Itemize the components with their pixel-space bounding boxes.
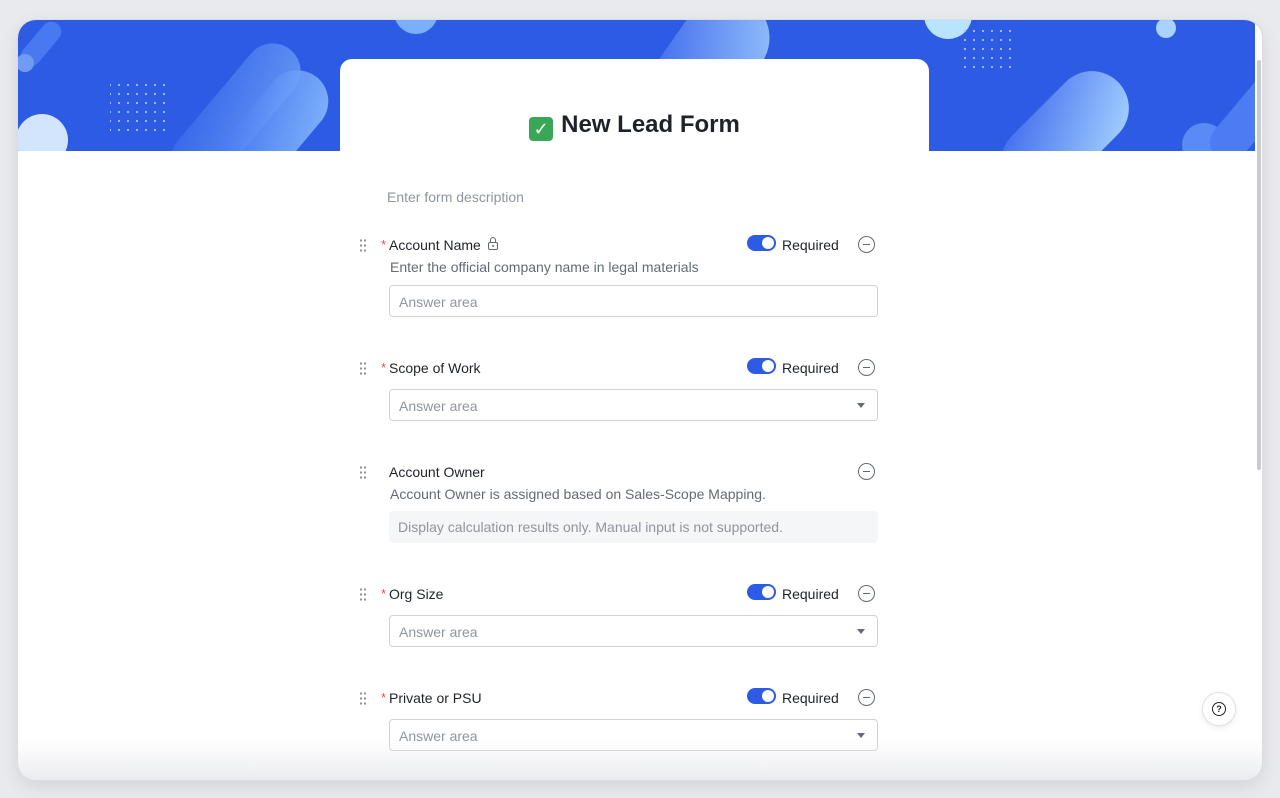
- field-label: Private or PSU: [389, 690, 482, 706]
- required-label: Required: [782, 360, 839, 376]
- answer-placeholder: Answer area: [399, 294, 478, 310]
- form-title-text: New Lead Form: [561, 111, 740, 138]
- required-toggle[interactable]: [747, 584, 776, 600]
- app-window: ✓ New Lead Form Enter form description * …: [18, 20, 1262, 780]
- form-card: ✓ New Lead Form Enter form description * …: [340, 59, 929, 780]
- answer-select[interactable]: Answer area: [389, 615, 878, 647]
- check-mark-icon: ✓: [529, 117, 554, 141]
- required-label: Required: [782, 237, 839, 253]
- required-star: *: [381, 360, 387, 375]
- answer-select[interactable]: Answer area: [389, 719, 878, 751]
- chevron-down-icon: [857, 403, 865, 408]
- required-star: *: [381, 237, 387, 252]
- answer-placeholder: Answer area: [399, 398, 478, 414]
- lock-icon: [487, 237, 498, 250]
- required-toggle[interactable]: [747, 235, 776, 251]
- drag-handle-icon[interactable]: [359, 691, 367, 705]
- drag-handle-icon[interactable]: [359, 465, 367, 479]
- required-toggle[interactable]: [747, 358, 776, 374]
- drag-handle-icon[interactable]: [359, 361, 367, 375]
- required-toggle[interactable]: [747, 688, 776, 704]
- answer-placeholder: Answer area: [399, 624, 478, 640]
- drag-handle-icon[interactable]: [359, 587, 367, 601]
- remove-field-icon[interactable]: [858, 359, 875, 376]
- answer-select[interactable]: Answer area: [389, 389, 878, 421]
- answer-input[interactable]: Answer area: [389, 285, 878, 317]
- remove-field-icon[interactable]: [858, 585, 875, 602]
- chevron-down-icon: [857, 733, 865, 738]
- required-star: *: [381, 586, 387, 601]
- calculated-placeholder: Display calculation results only. Manual…: [398, 519, 783, 535]
- calculated-output: Display calculation results only. Manual…: [389, 511, 878, 543]
- form-title[interactable]: ✓ New Lead Form: [340, 111, 929, 141]
- required-label: Required: [782, 690, 839, 706]
- answer-placeholder: Answer area: [399, 728, 478, 744]
- field-label: Account Owner: [389, 464, 485, 480]
- field-label: Org Size: [389, 586, 444, 602]
- drag-handle-icon[interactable]: [359, 238, 367, 252]
- chevron-down-icon: [857, 629, 865, 634]
- field-label: Scope of Work: [389, 360, 481, 376]
- help-icon: ?: [1212, 702, 1226, 716]
- remove-field-icon[interactable]: [858, 689, 875, 706]
- field-label: Account Name: [389, 237, 498, 253]
- required-label: Required: [782, 586, 839, 602]
- form-description-input[interactable]: Enter form description: [387, 189, 524, 205]
- scrollbar-thumb[interactable]: [1257, 60, 1261, 470]
- help-button[interactable]: ?: [1202, 692, 1236, 726]
- required-star: *: [381, 690, 387, 705]
- field-helper-text: Account Owner is assigned based on Sales…: [390, 486, 766, 502]
- remove-field-icon[interactable]: [858, 463, 875, 480]
- remove-field-icon[interactable]: [858, 236, 875, 253]
- field-helper-text: Enter the official company name in legal…: [390, 259, 699, 275]
